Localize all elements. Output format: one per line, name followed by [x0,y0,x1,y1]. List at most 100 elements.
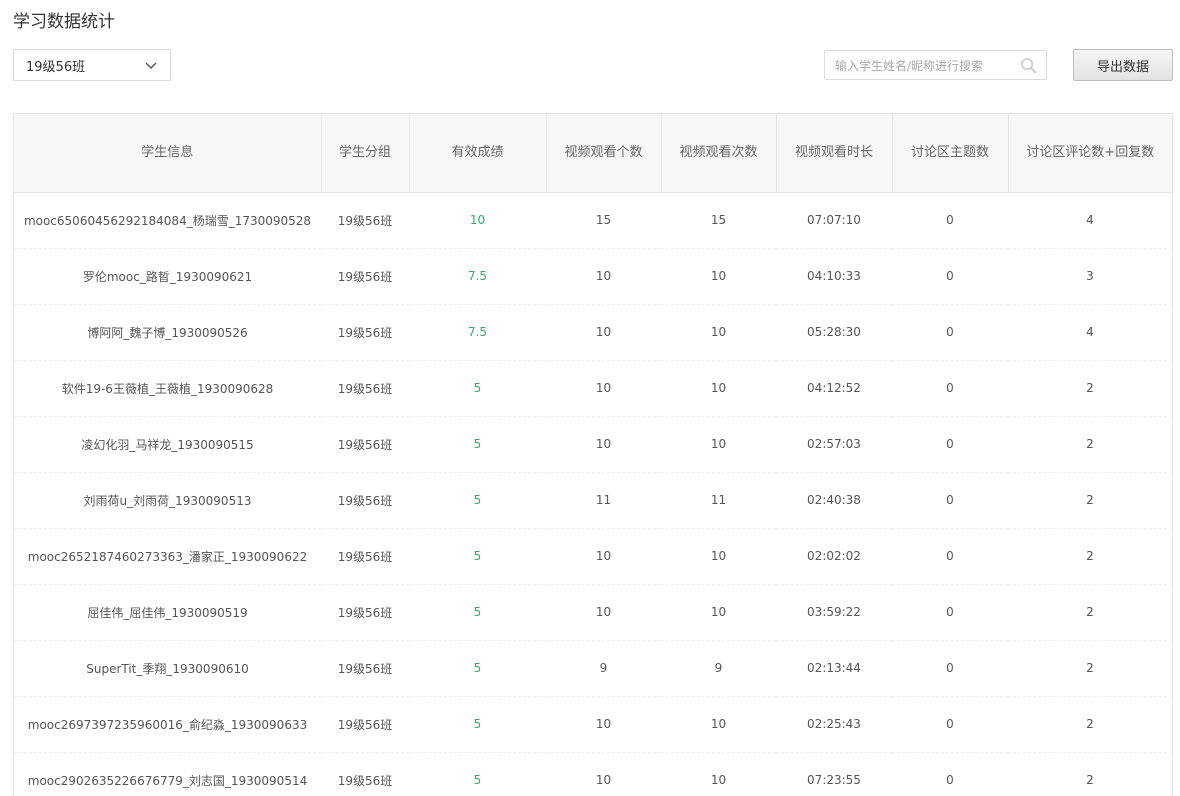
cell-student-info: mooc2697397235960016_俞纪淼_1930090633 [14,696,321,753]
column-header-student-info: 学生信息 [14,114,322,193]
cell-comments-replies: 4 [1008,304,1172,361]
column-header-video-count: 视频观看个数 [546,114,662,193]
cell-group: 19级56班 [321,304,409,361]
cell-video-views: 11 [661,472,776,529]
table-row: 刘雨荷u_刘雨荷_1930090513 19级56班 5 11 11 02:40:38 0 2 [14,472,1172,529]
cell-student-info: 刘雨荷u_刘雨荷_1930090513 [14,472,321,529]
table-row: 罗伦mooc_路晢_1930090621 19级56班 7.5 10 10 04:10:3… [14,248,1172,305]
cell-score: 5 [409,640,546,697]
cell-video-views: 15 [661,192,776,249]
column-header-comments-replies: 讨论区评论数+回复数 [1008,114,1172,193]
cell-group: 19级56班 [321,752,409,796]
cell-video-views: 10 [661,528,776,585]
column-header-group: 学生分组 [321,114,410,193]
table-row: mooc65060456292184084_杨瑞雪_1730090528 19级5… [14,192,1172,249]
table-row: mooc2697397235960016_俞纪淼_1930090633 19级56… [14,696,1172,753]
cell-score: 10 [409,192,546,249]
cell-topics: 0 [892,472,1008,529]
column-header-video-views: 视频观看次数 [661,114,777,193]
cell-video-duration: 04:12:52 [776,360,892,417]
cell-video-duration: 05:28:30 [776,304,892,361]
cell-video-views: 10 [661,696,776,753]
cell-group: 19级56班 [321,416,409,473]
cell-comments-replies: 2 [1008,416,1172,473]
search-icon[interactable] [1020,57,1037,74]
cell-student-info: 凌幻化羽_马祥龙_1930090515 [14,416,321,473]
cell-video-duration: 02:25:43 [776,696,892,753]
table-row: 屈佳伟_屈佳伟_1930090519 19级56班 5 10 10 03:59:22 0 2 [14,584,1172,641]
cell-student-info: 屈佳伟_屈佳伟_1930090519 [14,584,321,641]
table-row: 博阿阿_魏子博_1930090526 19级56班 7.5 10 10 05:28:30 0… [14,304,1172,361]
cell-video-count: 15 [546,192,661,249]
cell-video-count: 10 [546,584,661,641]
cell-score: 5 [409,528,546,585]
table-header-row: 学生信息 学生分组 有效成绩 视频观看个数 视频观看次数 视频观看时长 讨论区主… [14,114,1172,193]
table-row: 凌幻化羽_马祥龙_1930090515 19级56班 5 10 10 02:57:03 0 2 [14,416,1172,473]
cell-video-count: 10 [546,304,661,361]
cell-score: 5 [409,696,546,753]
cell-comments-replies: 4 [1008,192,1172,249]
cell-topics: 0 [892,192,1008,249]
cell-video-duration: 07:07:10 [776,192,892,249]
cell-score: 5 [409,360,546,417]
cell-score: 7.5 [409,304,546,361]
cell-video-views: 10 [661,584,776,641]
cell-score: 5 [409,416,546,473]
page-title: 学习数据统计 [13,12,115,32]
cell-topics: 0 [892,304,1008,361]
cell-group: 19级56班 [321,360,409,417]
cell-video-views: 10 [661,416,776,473]
cell-video-views: 10 [661,360,776,417]
table-row: SuperTit_季翔_1930090610 19级56班 5 9 9 02:13:44 0… [14,640,1172,697]
cell-video-duration: 03:59:22 [776,584,892,641]
cell-student-info: mooc2652187460273363_潘家正_1930090622 [14,528,321,585]
cell-comments-replies: 2 [1008,752,1172,796]
cell-video-duration: 02:57:03 [776,416,892,473]
column-header-topics: 讨论区主题数 [892,114,1009,193]
cell-video-duration: 04:10:33 [776,248,892,305]
chevron-down-icon [145,62,157,69]
cell-student-info: 罗伦mooc_路晢_1930090621 [14,248,321,305]
cell-group: 19级56班 [321,472,409,529]
cell-video-duration: 02:13:44 [776,640,892,697]
table-body: mooc65060456292184084_杨瑞雪_1730090528 19级5… [14,192,1172,796]
table-row: mooc2652187460273363_潘家正_1930090622 19级56… [14,528,1172,585]
cell-group: 19级56班 [321,248,409,305]
cell-video-count: 10 [546,696,661,753]
cell-video-views: 10 [661,304,776,361]
column-header-score: 有效成绩 [409,114,547,193]
cell-group: 19级56班 [321,640,409,697]
cell-score: 5 [409,752,546,796]
cell-topics: 0 [892,752,1008,796]
cell-video-count: 10 [546,416,661,473]
search-input[interactable] [833,51,1017,81]
cell-video-views: 9 [661,640,776,697]
cell-comments-replies: 2 [1008,584,1172,641]
cell-comments-replies: 2 [1008,640,1172,697]
column-header-video-duration: 视频观看时长 [776,114,893,193]
cell-video-count: 10 [546,528,661,585]
class-select-dropdown[interactable]: 19级56班 [13,49,171,81]
cell-topics: 0 [892,416,1008,473]
cell-topics: 0 [892,640,1008,697]
cell-video-count: 10 [546,752,661,796]
class-select-value: 19级56班 [26,59,86,75]
cell-video-views: 10 [661,248,776,305]
cell-video-duration: 07:23:55 [776,752,892,796]
cell-topics: 0 [892,528,1008,585]
cell-group: 19级56班 [321,584,409,641]
export-data-button[interactable]: 导出数据 [1073,49,1173,81]
cell-student-info: SuperTit_季翔_1930090610 [14,640,321,697]
cell-score: 7.5 [409,248,546,305]
table-row: mooc2902635226676779_刘志国_1930090514 19级56… [14,752,1172,796]
cell-score: 5 [409,584,546,641]
cell-video-duration: 02:02:02 [776,528,892,585]
cell-student-info: 软件19-6王薇植_王薇植_1930090628 [14,360,321,417]
cell-video-count: 9 [546,640,661,697]
cell-topics: 0 [892,360,1008,417]
cell-comments-replies: 2 [1008,528,1172,585]
cell-video-count: 10 [546,248,661,305]
cell-video-duration: 02:40:38 [776,472,892,529]
cell-topics: 0 [892,584,1008,641]
table-row: 软件19-6王薇植_王薇植_1930090628 19级56班 5 10 10 04:12… [14,360,1172,417]
